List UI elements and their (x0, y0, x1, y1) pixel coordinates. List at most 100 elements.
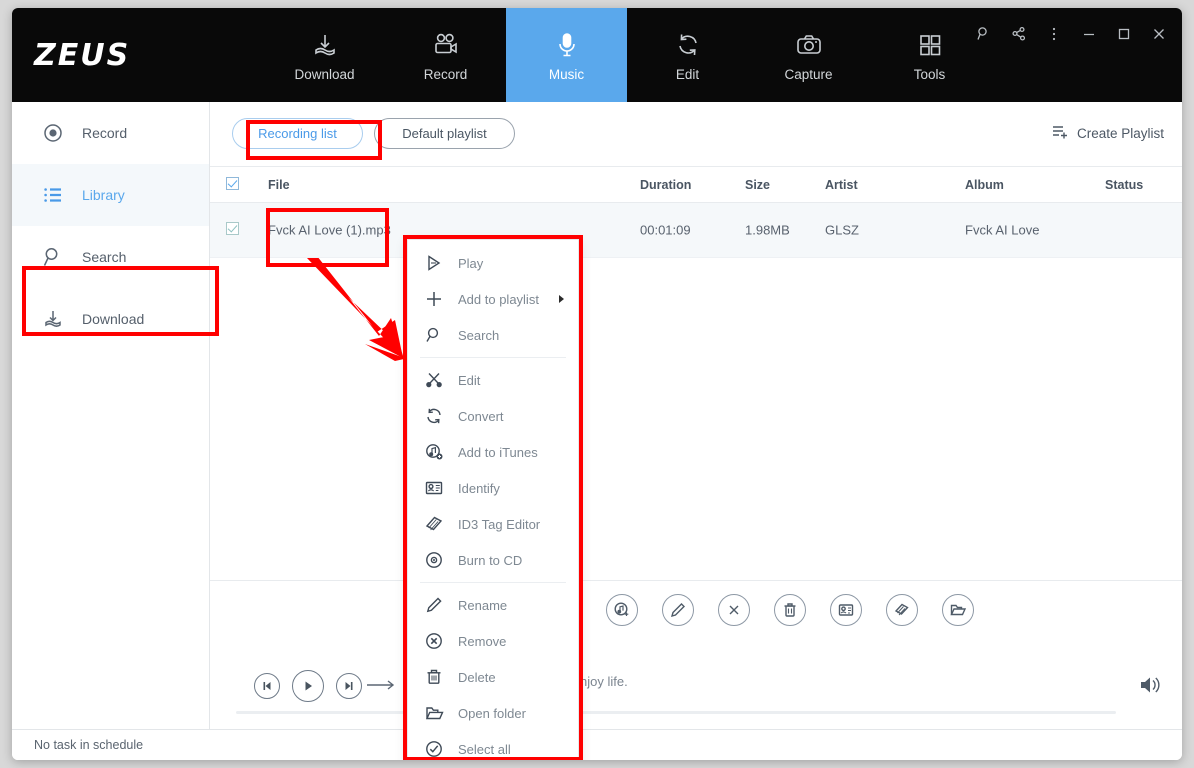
menu-item-label: Rename (458, 597, 508, 613)
create-playlist-icon (1052, 123, 1069, 143)
menu-separator (420, 357, 566, 358)
nav-tab-download[interactable]: Download (264, 8, 385, 102)
magnifier-icon (424, 325, 444, 345)
repeat-arrow-icon[interactable] (365, 678, 397, 697)
table-header: File Duration Size Artist Album Status (210, 167, 1182, 203)
video-camera-icon (431, 28, 461, 62)
share-icon[interactable] (1010, 25, 1028, 43)
add-to-itunes-icon[interactable] (606, 594, 638, 626)
sidebar-item-label: Record (82, 125, 128, 141)
menu-item-add-to-itunes[interactable]: Add to iTunes (408, 434, 578, 470)
play-button[interactable] (292, 670, 324, 702)
menu-item-select-all[interactable]: Select all (408, 731, 578, 760)
sidebar: Record Library Search Download (12, 102, 210, 729)
menu-item-label: Burn to CD (458, 552, 523, 568)
identify-icon[interactable] (830, 594, 862, 626)
remove-x-icon[interactable] (718, 594, 750, 626)
menu-item-label: Add to playlist (458, 291, 539, 307)
nav-tab-capture[interactable]: Capture (748, 8, 869, 102)
table-row[interactable]: Fvck AI Love (1).mp3 00:01:09 1.98MB GLS… (210, 203, 1182, 258)
select-all-checkbox[interactable] (226, 176, 239, 193)
rename-pencil-icon[interactable] (662, 594, 694, 626)
sidebar-item-label: Download (82, 311, 145, 327)
menu-item-add-to-playlist[interactable]: Add to playlist (408, 281, 578, 317)
cell-album: Fvck AI Love (965, 222, 1040, 238)
cell-duration: 00:01:09 (640, 222, 691, 238)
trash-icon (424, 667, 444, 687)
column-header-duration: Duration (640, 177, 692, 192)
zeus-application-window: ZEUS Download Record Music Edit Capture … (12, 8, 1182, 760)
sidebar-item-library[interactable]: Library (12, 164, 209, 226)
identify-icon (424, 478, 444, 498)
row-checkbox[interactable] (226, 222, 239, 238)
minimize-icon[interactable] (1080, 25, 1098, 43)
nav-tab-label: Tools (913, 67, 946, 82)
menu-item-delete[interactable]: Delete (408, 659, 578, 695)
nav-tab-edit[interactable]: Edit (627, 8, 748, 102)
context-menu: Play Add to playlist Search Edit Convert… (407, 239, 579, 760)
menu-item-label: Edit (458, 372, 481, 388)
column-header-artist: Artist (825, 177, 858, 192)
sidebar-item-search[interactable]: Search (12, 226, 209, 288)
folder-icon (424, 703, 444, 723)
menu-item-id3-tag-editor[interactable]: ID3 Tag Editor (408, 506, 578, 542)
volume-icon[interactable] (1138, 674, 1164, 701)
column-header-file: File (268, 177, 290, 192)
more-menu-icon[interactable] (1045, 25, 1063, 43)
create-playlist-button[interactable]: Create Playlist (1052, 123, 1164, 143)
playlist-tab-bar: Recording list Default playlist Create P… (210, 102, 1182, 167)
app-logo: ZEUS (34, 38, 131, 73)
player-bar: njoy life. (210, 652, 1182, 729)
tab-default-playlist[interactable]: Default playlist (374, 118, 515, 149)
nav-tab-record[interactable]: Record (385, 8, 506, 102)
status-bar: No task in schedule (12, 729, 1182, 760)
nav-tab-music[interactable]: Music (506, 8, 627, 102)
nav-tab-label: Capture (784, 67, 833, 82)
menu-separator (420, 582, 566, 583)
maximize-icon[interactable] (1115, 25, 1133, 43)
open-folder-icon[interactable] (942, 594, 974, 626)
check-circle-icon (424, 739, 444, 759)
scissors-icon (424, 370, 444, 390)
main-nav-tabs: Download Record Music Edit Capture Tools (264, 8, 990, 102)
search-icon[interactable] (975, 25, 993, 43)
action-toolbar (210, 580, 1182, 652)
menu-item-label: Identify (458, 480, 500, 496)
menu-item-search[interactable]: Search (408, 317, 578, 353)
nav-tab-tools[interactable]: Tools (869, 8, 990, 102)
menu-item-edit[interactable]: Edit (408, 362, 578, 398)
cell-size: 1.98MB (745, 222, 790, 238)
microphone-icon (552, 28, 582, 62)
menu-item-identify[interactable]: Identify (408, 470, 578, 506)
sidebar-item-download[interactable]: Download (12, 288, 209, 350)
previous-track-icon[interactable] (254, 673, 280, 699)
menu-item-open-folder[interactable]: Open folder (408, 695, 578, 731)
tab-recording-list[interactable]: Recording list (232, 118, 363, 149)
column-header-status: Status (1105, 177, 1144, 192)
pencil-icon (424, 595, 444, 615)
menu-item-label: ID3 Tag Editor (458, 516, 541, 532)
app-header: ZEUS Download Record Music Edit Capture … (12, 8, 1182, 102)
close-icon[interactable] (1150, 25, 1168, 43)
playback-progress-bar[interactable] (236, 711, 1116, 714)
camera-icon (794, 28, 824, 62)
track-description: njoy life. (580, 674, 628, 689)
menu-item-play[interactable]: Play (408, 245, 578, 281)
list-icon (42, 184, 64, 206)
sidebar-item-record[interactable]: Record (12, 102, 209, 164)
menu-item-remove[interactable]: Remove (408, 623, 578, 659)
menu-item-rename[interactable]: Rename (408, 587, 578, 623)
grid-icon (915, 28, 945, 62)
cell-artist: GLSZ (825, 222, 859, 238)
delete-trash-icon[interactable] (774, 594, 806, 626)
next-track-icon[interactable] (336, 673, 362, 699)
window-controls (975, 25, 1168, 43)
menu-item-convert[interactable]: Convert (408, 398, 578, 434)
id3-tag-editor-icon[interactable] (886, 594, 918, 626)
play-icon (424, 253, 444, 273)
menu-item-burn-to-cd[interactable]: Burn to CD (408, 542, 578, 578)
menu-item-label: Search (458, 327, 500, 343)
download-icon (310, 28, 340, 62)
transport-controls (254, 670, 362, 702)
cell-file: Fvck AI Love (1).mp3 (268, 222, 391, 238)
